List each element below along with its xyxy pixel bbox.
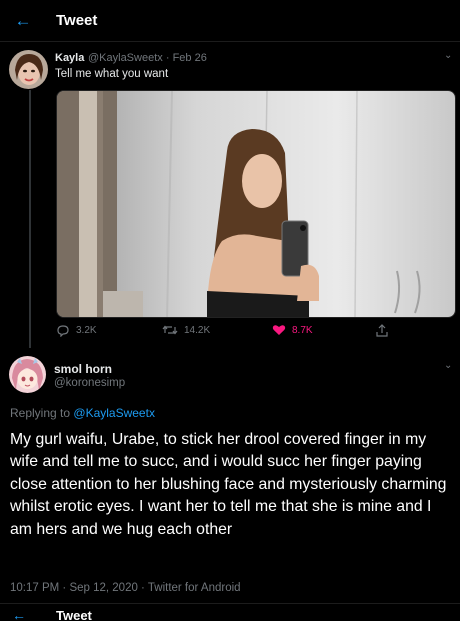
author-name[interactable]: Kayla (55, 52, 84, 64)
replying-to-prefix: Replying to (10, 406, 71, 420)
reply-action[interactable]: 3.2K (56, 324, 97, 337)
page-title: Tweet (56, 12, 98, 29)
reply-text: My gurl waifu, Urabe, to stick her drool… (10, 431, 447, 538)
page-title: Tweet (56, 608, 92, 621)
arrow-left-icon[interactable]: ← (12, 607, 26, 621)
retweet-action[interactable]: 14.2K (162, 324, 210, 336)
arrow-left-icon[interactable]: ← (10, 8, 36, 34)
like-count: 8.7K (292, 324, 313, 336)
replying-to: Replying to @KaylaSweetx (10, 406, 155, 420)
retweet-icon (162, 325, 178, 335)
share-action[interactable] (376, 324, 388, 337)
thread-line (29, 90, 31, 348)
avatar[interactable] (9, 50, 48, 89)
chevron-down-icon[interactable]: ⌄ (444, 360, 452, 371)
reply-timestamp[interactable]: 10:17 PM · Sep 12, 2020 · Twitter for An… (10, 582, 241, 594)
like-action[interactable]: 8.7K (272, 324, 313, 336)
reply-count: 3.2K (76, 325, 97, 336)
replying-to-handle[interactable]: @KaylaSweetx (73, 406, 155, 420)
avatar[interactable] (9, 356, 46, 393)
chevron-down-icon[interactable]: ⌄ (444, 50, 452, 61)
top-bar: ← Tweet (0, 0, 460, 42)
next-top-bar: ← Tweet (0, 603, 460, 621)
share-icon (376, 324, 388, 337)
retweet-count: 14.2K (184, 324, 211, 336)
author-handle[interactable]: @KaylaSweetx (88, 52, 163, 64)
author-handle[interactable]: @koronesimp (54, 377, 125, 389)
tweet-date[interactable]: Feb 26 (173, 52, 207, 64)
author-name[interactable]: smol horn (54, 362, 112, 376)
tweet-photo[interactable] (56, 90, 456, 318)
reply-icon (57, 325, 69, 337)
tweet-actions: 3.2K 14.2K 8.7K (56, 324, 396, 342)
meta-separator: · (165, 52, 173, 64)
author-meta: @KaylaSweetx · Feb 26 (88, 52, 207, 64)
heart-icon (272, 325, 286, 335)
tweet-text: Tell me what you want (55, 68, 169, 80)
